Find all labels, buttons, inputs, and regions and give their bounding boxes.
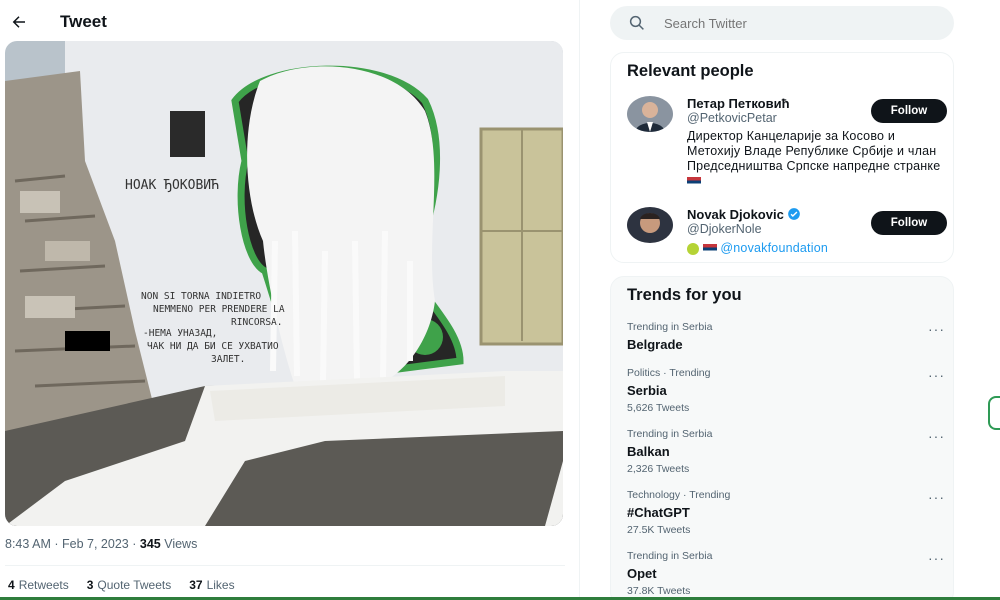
trend-context: Technology · Trending [627, 489, 731, 501]
person-name[interactable]: Novak Djokovic [687, 207, 801, 222]
serbia-flag-icon [702, 243, 717, 254]
avatar[interactable] [627, 96, 673, 132]
more-options-icon[interactable]: ··· [928, 489, 945, 505]
foundation-link[interactable]: @novakfoundation [720, 241, 828, 255]
follow-button[interactable]: Follow [871, 99, 947, 123]
search-icon [629, 15, 644, 30]
tweet-stats: 4 Retweets 3 Quote Tweets 37 Likes [8, 578, 235, 592]
views-count: 345 [139, 537, 161, 551]
tweet-header: Tweet [0, 0, 580, 44]
wall-quote-italian-3: RINCORSA. [231, 317, 282, 328]
trend-context: Trending in Serbia [627, 428, 713, 440]
trend-item[interactable]: Trending in Serbia Balkan 2,326 Tweets ·… [627, 428, 947, 484]
wall-quote-italian-2: NEMMENO PER PRENDERE LA [153, 304, 285, 315]
tennis-ball-icon [687, 242, 699, 255]
side-tab[interactable] [988, 396, 1000, 430]
verified-badge-icon [788, 208, 801, 220]
search-bar[interactable] [610, 6, 954, 40]
trend-count: 2,326 Tweets [627, 463, 690, 475]
trend-count: 37.8K Tweets [627, 585, 691, 597]
trends-card: Trends for you Trending in Serbia Belgra… [610, 276, 954, 600]
trend-name: Opet [627, 566, 657, 581]
divider [5, 565, 565, 566]
wall-quote-italian-1: NON SI TORNA INDIETRO [141, 291, 261, 302]
retweets-stat[interactable]: 4 Retweets [8, 578, 69, 592]
trend-name: Belgrade [627, 337, 683, 352]
more-options-icon[interactable]: ··· [928, 550, 945, 566]
person-handle[interactable]: @PetkovicPetar [687, 111, 777, 125]
avatar[interactable] [627, 207, 673, 243]
relevant-people-title: Relevant people [627, 62, 754, 80]
person-bio: Директор Канцеларије за Косово и Метохиј… [687, 129, 947, 189]
trend-item[interactable]: Technology · Trending #ChatGPT 27.5K Twe… [627, 489, 947, 545]
trend-name: Balkan [627, 444, 670, 459]
tweet-photo[interactable]: HOAK ЂОКОВИЋ NON SI TORNA INDIETRO NEMME… [5, 41, 563, 526]
person-bio: @novakfoundation [687, 241, 947, 256]
trend-item[interactable]: Trending in Serbia Opet 37.8K Tweets ··· [627, 550, 947, 600]
serbia-flag-icon [687, 176, 701, 187]
follow-button[interactable]: Follow [871, 211, 947, 235]
wall-quote-serbian-1: -НЕМА УНАЗАД, [143, 328, 217, 339]
trend-name: #ChatGPT [627, 505, 690, 520]
more-options-icon[interactable]: ··· [928, 428, 945, 444]
search-input[interactable] [664, 15, 924, 31]
more-options-icon[interactable]: ··· [928, 321, 945, 337]
trend-item[interactable]: Politics · Trending Serbia 5,626 Tweets … [627, 367, 947, 423]
trend-context: Trending in Serbia [627, 321, 713, 333]
trend-context: Politics · Trending [627, 367, 711, 379]
back-button[interactable] [4, 7, 34, 37]
trend-context: Trending in Serbia [627, 550, 713, 562]
tweet-timestamp: 8:43 AM · Feb 7, 2023 · 345 Views [5, 537, 198, 551]
tweet-column: Tweet HOAK ЂОКОВИЋ NON SI TORNA INDIETRO… [0, 0, 580, 600]
trend-name: Serbia [627, 383, 667, 398]
relevant-people-card: Relevant people Петар Петковић @Petkovic… [610, 52, 954, 263]
trend-count: 5,626 Tweets [627, 402, 690, 414]
arrow-left-icon [12, 16, 25, 28]
tweet-time[interactable]: 8:43 AM [5, 537, 51, 551]
likes-stat[interactable]: 37 Likes [189, 578, 234, 592]
person-name[interactable]: Петар Петковић [687, 96, 790, 111]
wall-signature: HOAK ЂОКОВИЋ [125, 178, 219, 193]
more-options-icon[interactable]: ··· [928, 367, 945, 383]
quote-tweets-stat[interactable]: 3 Quote Tweets [87, 578, 172, 592]
tweet-date[interactable]: Feb 7, 2023 [62, 537, 129, 551]
wall-quote-serbian-2: ЧАК НИ ДА БИ СЕ УХВАТИО [147, 341, 279, 352]
page-title: Tweet [60, 12, 107, 31]
person-handle[interactable]: @DjokerNole [687, 222, 762, 236]
trends-title: Trends for you [627, 286, 742, 304]
wall-quote-serbian-3: ЗАЛЕТ. [211, 354, 245, 365]
views-label: Views [164, 537, 198, 551]
trend-count: 27.5K Tweets [627, 524, 691, 536]
